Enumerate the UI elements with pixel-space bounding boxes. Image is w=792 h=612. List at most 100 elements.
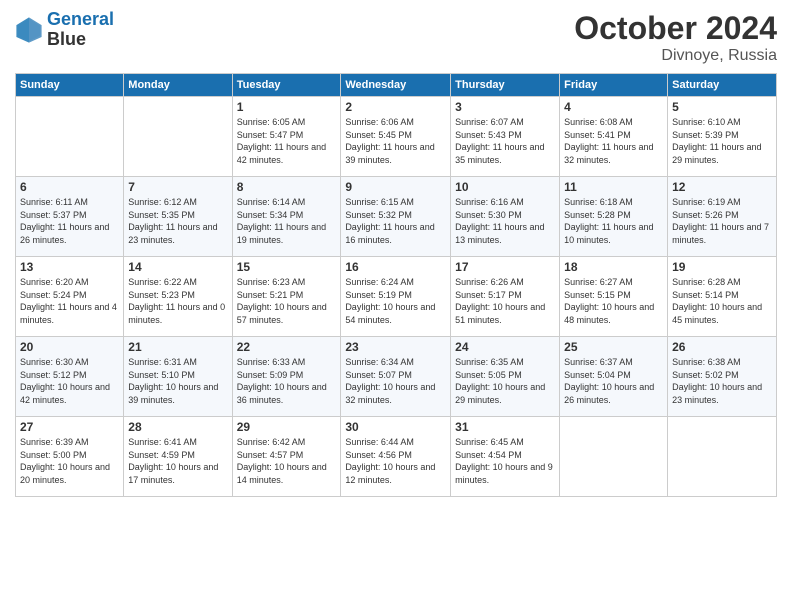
day-info: Sunrise: 6:33 AM Sunset: 5:09 PM Dayligh… [237,356,337,406]
calendar-cell: 2 Sunrise: 6:06 AM Sunset: 5:45 PM Daylig… [341,97,451,177]
day-info: Sunrise: 6:05 AM Sunset: 5:47 PM Dayligh… [237,116,337,166]
day-number: 22 [237,340,337,354]
calendar-cell [560,417,668,497]
day-info: Sunrise: 6:18 AM Sunset: 5:28 PM Dayligh… [564,196,663,246]
day-info: Sunrise: 6:41 AM Sunset: 4:59 PM Dayligh… [128,436,227,486]
day-info: Sunrise: 6:38 AM Sunset: 5:02 PM Dayligh… [672,356,772,406]
calendar-cell: 5Sunrise: 6:10 AM Sunset: 5:39 PM Daylig… [668,97,777,177]
col-monday: Monday [124,74,232,97]
day-number: 3 [455,100,555,114]
day-number: 14 [128,260,227,274]
calendar-cell: 14 Sunrise: 6:22 AM Sunset: 5:23 PM Dayli… [124,257,232,337]
day-number: 8 [237,180,337,194]
calendar-cell: 30 Sunrise: 6:44 AM Sunset: 4:56 PM Dayli… [341,417,451,497]
day-number: 26 [672,340,772,354]
calendar-cell: 29 Sunrise: 6:42 AM Sunset: 4:57 PM Dayli… [232,417,341,497]
calendar-cell: 21 Sunrise: 6:31 AM Sunset: 5:10 PM Dayli… [124,337,232,417]
day-info: Sunrise: 6:11 AM Sunset: 5:37 PM Dayligh… [20,196,119,246]
day-info: Sunrise: 6:12 AM Sunset: 5:35 PM Dayligh… [128,196,227,246]
logo: General Blue [15,10,114,50]
week-row-1: 1 Sunrise: 6:05 AM Sunset: 5:47 PM Daylig… [16,97,777,177]
day-info: Sunrise: 6:06 AM Sunset: 5:45 PM Dayligh… [345,116,446,166]
day-number: 21 [128,340,227,354]
day-number: 25 [564,340,663,354]
logo-text: General Blue [47,10,114,50]
col-sunday: Sunday [16,74,124,97]
day-number: 4 [564,100,663,114]
day-number: 13 [20,260,119,274]
day-info: Sunrise: 6:44 AM Sunset: 4:56 PM Dayligh… [345,436,446,486]
day-info: Sunrise: 6:34 AM Sunset: 5:07 PM Dayligh… [345,356,446,406]
title-area: October 2024 Divnoye, Russia [574,10,777,65]
week-row-4: 20Sunrise: 6:30 AM Sunset: 5:12 PM Dayli… [16,337,777,417]
day-info: Sunrise: 6:42 AM Sunset: 4:57 PM Dayligh… [237,436,337,486]
col-friday: Friday [560,74,668,97]
day-number: 16 [345,260,446,274]
day-info: Sunrise: 6:07 AM Sunset: 5:43 PM Dayligh… [455,116,555,166]
calendar-cell: 8 Sunrise: 6:14 AM Sunset: 5:34 PM Daylig… [232,177,341,257]
calendar-cell: 9 Sunrise: 6:15 AM Sunset: 5:32 PM Daylig… [341,177,451,257]
day-number: 23 [345,340,446,354]
day-info: Sunrise: 6:37 AM Sunset: 5:04 PM Dayligh… [564,356,663,406]
logo-icon [15,16,43,44]
day-info: Sunrise: 6:35 AM Sunset: 5:05 PM Dayligh… [455,356,555,406]
day-number: 7 [128,180,227,194]
day-info: Sunrise: 6:24 AM Sunset: 5:19 PM Dayligh… [345,276,446,326]
calendar-table: Sunday Monday Tuesday Wednesday Thursday… [15,73,777,497]
day-info: Sunrise: 6:45 AM Sunset: 4:54 PM Dayligh… [455,436,555,486]
day-info: Sunrise: 6:22 AM Sunset: 5:23 PM Dayligh… [128,276,227,326]
day-number: 24 [455,340,555,354]
calendar-cell: 10Sunrise: 6:16 AM Sunset: 5:30 PM Dayli… [451,177,560,257]
calendar-cell: 24 Sunrise: 6:35 AM Sunset: 5:05 PM Dayli… [451,337,560,417]
calendar-cell: 15Sunrise: 6:23 AM Sunset: 5:21 PM Dayli… [232,257,341,337]
week-row-3: 13 Sunrise: 6:20 AM Sunset: 5:24 PM Dayli… [16,257,777,337]
calendar-cell [124,97,232,177]
day-info: Sunrise: 6:14 AM Sunset: 5:34 PM Dayligh… [237,196,337,246]
calendar-cell: 18Sunrise: 6:27 AM Sunset: 5:15 PM Dayli… [560,257,668,337]
calendar-cell: 17 Sunrise: 6:26 AM Sunset: 5:17 PM Dayli… [451,257,560,337]
calendar-cell: 26 Sunrise: 6:38 AM Sunset: 5:02 PM Dayli… [668,337,777,417]
day-number: 2 [345,100,446,114]
calendar-cell: 22 Sunrise: 6:33 AM Sunset: 5:09 PM Dayli… [232,337,341,417]
calendar-cell: 16 Sunrise: 6:24 AM Sunset: 5:19 PM Dayli… [341,257,451,337]
calendar-cell: 28 Sunrise: 6:41 AM Sunset: 4:59 PM Dayli… [124,417,232,497]
day-info: Sunrise: 6:31 AM Sunset: 5:10 PM Dayligh… [128,356,227,406]
calendar-cell: 1 Sunrise: 6:05 AM Sunset: 5:47 PM Daylig… [232,97,341,177]
day-info: Sunrise: 6:15 AM Sunset: 5:32 PM Dayligh… [345,196,446,246]
day-number: 9 [345,180,446,194]
calendar-cell: 4Sunrise: 6:08 AM Sunset: 5:41 PM Daylig… [560,97,668,177]
day-number: 28 [128,420,227,434]
col-wednesday: Wednesday [341,74,451,97]
col-thursday: Thursday [451,74,560,97]
day-info: Sunrise: 6:28 AM Sunset: 5:14 PM Dayligh… [672,276,772,326]
calendar-cell: 27Sunrise: 6:39 AM Sunset: 5:00 PM Dayli… [16,417,124,497]
day-number: 30 [345,420,446,434]
calendar-cell [668,417,777,497]
calendar-cell: 12Sunrise: 6:19 AM Sunset: 5:26 PM Dayli… [668,177,777,257]
calendar-cell: 19 Sunrise: 6:28 AM Sunset: 5:14 PM Dayli… [668,257,777,337]
col-tuesday: Tuesday [232,74,341,97]
header: General Blue October 2024 Divnoye, Russi… [15,10,777,65]
col-saturday: Saturday [668,74,777,97]
calendar-cell: 6 Sunrise: 6:11 AM Sunset: 5:37 PM Daylig… [16,177,124,257]
day-number: 29 [237,420,337,434]
calendar-cell: 11 Sunrise: 6:18 AM Sunset: 5:28 PM Dayli… [560,177,668,257]
day-number: 18 [564,260,663,274]
calendar-body: 1 Sunrise: 6:05 AM Sunset: 5:47 PM Daylig… [16,97,777,497]
day-info: Sunrise: 6:26 AM Sunset: 5:17 PM Dayligh… [455,276,555,326]
day-info: Sunrise: 6:20 AM Sunset: 5:24 PM Dayligh… [20,276,119,326]
location: Divnoye, Russia [574,47,777,65]
page: General Blue October 2024 Divnoye, Russi… [0,0,792,612]
day-info: Sunrise: 6:10 AM Sunset: 5:39 PM Dayligh… [672,116,772,166]
day-number: 11 [564,180,663,194]
day-number: 17 [455,260,555,274]
day-number: 6 [20,180,119,194]
calendar-cell: 13 Sunrise: 6:20 AM Sunset: 5:24 PM Dayli… [16,257,124,337]
day-number: 12 [672,180,772,194]
day-number: 10 [455,180,555,194]
day-number: 20 [20,340,119,354]
calendar-cell: 31 Sunrise: 6:45 AM Sunset: 4:54 PM Dayli… [451,417,560,497]
day-number: 19 [672,260,772,274]
day-number: 1 [237,100,337,114]
day-number: 31 [455,420,555,434]
